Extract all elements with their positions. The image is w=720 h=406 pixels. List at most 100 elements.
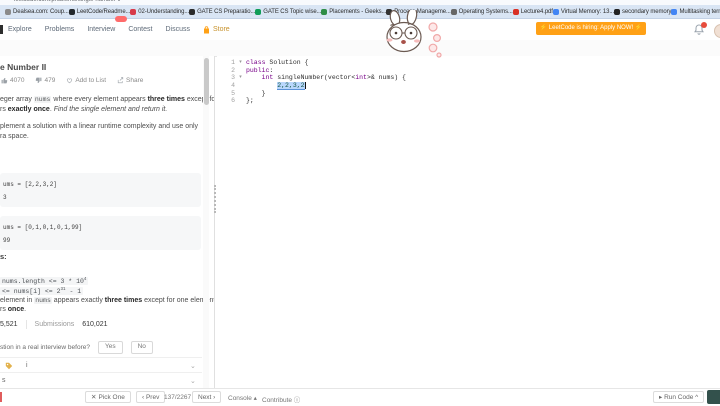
panel-resize-handle[interactable] bbox=[214, 185, 216, 213]
hiring-banner[interactable]: ⚡ LeetCode is hiring: Apply NOW! ⚡ bbox=[536, 22, 646, 35]
pick-one-label: Pick One bbox=[98, 394, 124, 401]
bookmark-item[interactable]: LeetCode/Readme... bbox=[69, 9, 131, 15]
share-label: Share bbox=[126, 77, 143, 84]
screenshot-root: { "colors": { "accent_orange": "#ffa116"… bbox=[0, 0, 720, 405]
problem-description-panel: e Number II 4070 479 Add to List Sha bbox=[0, 56, 215, 388]
bookmark-label: LeetCode/Readme... bbox=[77, 9, 131, 15]
leetcode-logo[interactable] bbox=[0, 25, 3, 34]
nav-item-problems[interactable]: Problems bbox=[45, 19, 75, 40]
prev-button[interactable]: ‹ Prev bbox=[136, 391, 165, 403]
code-line[interactable]: 3▾ int singleNumber(vector<int>& nums) { bbox=[217, 74, 406, 82]
add-to-list-label: Add to List bbox=[75, 77, 106, 84]
new-badge bbox=[115, 16, 127, 22]
code-line[interactable]: 1▾class Solution { bbox=[217, 59, 406, 67]
nav-item-interview[interactable]: Interview bbox=[87, 19, 115, 40]
bookmark-item[interactable]: secondary memory bbox=[614, 9, 671, 15]
example-2-input: ums = [0,1,0,1,0,1,99] bbox=[3, 221, 201, 234]
nav-item-store[interactable]: Store bbox=[203, 19, 230, 40]
notification-badge bbox=[701, 22, 707, 28]
bookmark-item[interactable]: 02-Understanding... bbox=[130, 9, 189, 15]
bookmark-label: Operating Systems... bbox=[459, 9, 513, 15]
example-2-block: ums = [0,1,0,1,0,1,99] 99 bbox=[0, 216, 201, 250]
code-editor[interactable]: 1▾class Solution {2public:3▾ int singleN… bbox=[217, 56, 720, 388]
like-count: 4070 bbox=[10, 77, 24, 84]
problem-stats-row: 4070 479 Add to List Share bbox=[1, 77, 143, 84]
share-button[interactable]: Share bbox=[117, 77, 143, 84]
tab-toolbar-row: on Solution Discuss (999+) Submissions ‹… bbox=[0, 40, 720, 57]
bookmark-label: secondary memory bbox=[622, 9, 671, 15]
add-to-list-button[interactable]: Add to List bbox=[66, 77, 106, 84]
nav-item-discuss[interactable]: Discuss bbox=[165, 19, 190, 40]
bookmark-favicon bbox=[553, 9, 559, 15]
bookmark-label: Virtual Memory: 13... bbox=[561, 9, 614, 15]
description-paragraph-1: eger array nums where every element appe… bbox=[0, 95, 215, 114]
example-2-output: 99 bbox=[3, 234, 201, 247]
bookmark-label: Multitasking terms... bbox=[679, 9, 720, 15]
bookmark-favicon bbox=[451, 9, 457, 15]
heart-icon bbox=[66, 77, 73, 84]
acceptance-stats: 5,521 Submissions 610,021 bbox=[0, 320, 108, 329]
bookmarks-bar: Dealsea.com: Coup... LeetCode/Readme...02… bbox=[0, 5, 720, 19]
fold-caret-icon[interactable]: ▾ bbox=[235, 74, 246, 82]
submissions-label: Submissions bbox=[35, 321, 75, 328]
bookmark-item[interactable]: Operating Systems... bbox=[451, 9, 513, 15]
nav-interview-label: Interview bbox=[87, 26, 115, 33]
fold-spacer bbox=[235, 82, 246, 90]
console-label: Console bbox=[228, 395, 252, 402]
dislike-count: 479 bbox=[44, 77, 55, 84]
similar-questions-accordion[interactable]: s ⌄ bbox=[0, 372, 202, 388]
accordion-1-label: i bbox=[26, 362, 28, 369]
like-button[interactable]: 4070 bbox=[1, 77, 24, 84]
submit-button[interactable] bbox=[707, 390, 720, 404]
example-1-output: 3 bbox=[3, 191, 201, 204]
text-cursor bbox=[305, 82, 306, 89]
related-topics-accordion[interactable]: i ⌄ bbox=[0, 357, 202, 373]
bookmark-item[interactable]: Lecture4.pdf bbox=[513, 9, 553, 15]
fold-caret-icon[interactable]: ▾ bbox=[235, 59, 246, 67]
problem-counter: 137/2267 bbox=[164, 394, 191, 401]
thumb-down-icon bbox=[35, 77, 42, 84]
yes-button[interactable]: Yes bbox=[98, 341, 123, 354]
bookmark-favicon bbox=[130, 9, 136, 15]
line-number: 3 bbox=[217, 74, 235, 82]
bookmark-item[interactable]: Virtual Memory: 13... bbox=[553, 9, 614, 15]
code-line[interactable]: 2public: bbox=[217, 67, 406, 75]
run-code-button[interactable]: ▸ Run Code ^ bbox=[653, 391, 704, 403]
contribute-link[interactable]: Contribute ⓘ bbox=[262, 394, 300, 404]
url-text: leetcode.com/problems/single-number-ii bbox=[14, 0, 120, 3]
next-button[interactable]: Next › bbox=[192, 391, 221, 403]
accepted-value: 5,521 bbox=[0, 321, 18, 328]
code-line[interactable]: 5 } bbox=[217, 90, 406, 98]
code-line[interactable]: 6}; bbox=[217, 97, 406, 105]
bookmark-favicon bbox=[189, 9, 195, 15]
chevron-down-icon: ⌄ bbox=[190, 377, 196, 385]
nav-item-contest[interactable]: Contest bbox=[128, 19, 152, 40]
panel-scrollbar-track[interactable] bbox=[203, 56, 209, 388]
line-number: 4 bbox=[217, 82, 235, 90]
nav-item-explore[interactable]: Explore bbox=[8, 19, 32, 40]
bookmark-item[interactable]: Multitasking terms... bbox=[671, 9, 720, 15]
panel-scrollbar-thumb[interactable] bbox=[204, 58, 209, 105]
dislike-button[interactable]: 479 bbox=[35, 77, 55, 84]
constraints-heading: s: bbox=[0, 252, 7, 261]
console-toggle[interactable]: Console ▴ bbox=[228, 394, 257, 402]
share-icon bbox=[117, 77, 124, 84]
fold-spacer bbox=[235, 67, 246, 75]
fold-spacer bbox=[235, 97, 246, 105]
code-line[interactable]: 4 2,2,3,2 bbox=[217, 82, 406, 90]
bookmark-favicon bbox=[513, 9, 519, 15]
line-number: 5 bbox=[217, 90, 235, 98]
line-number: 2 bbox=[217, 67, 235, 75]
no-button[interactable]: No bbox=[131, 341, 153, 354]
bookmark-favicon bbox=[255, 9, 261, 15]
chevron-down-icon: ⌄ bbox=[190, 362, 196, 370]
bookmark-item[interactable]: GATE CS Topic wise... bbox=[255, 9, 321, 15]
bookmark-item[interactable]: Dealsea.com: Coup... bbox=[5, 9, 69, 15]
accordion-2-label: s bbox=[2, 377, 6, 384]
bookmark-label: GATE CS Topic wise... bbox=[263, 9, 321, 15]
bookmark-item[interactable]: GATE CS Preparatio... bbox=[189, 9, 255, 15]
description-paragraph-2: plement a solution with a linear runtime… bbox=[0, 122, 198, 141]
interview-question-text: stion in a real interview before? bbox=[0, 344, 90, 351]
pick-one-button[interactable]: ✕ Pick One bbox=[85, 391, 131, 403]
fold-spacer bbox=[235, 90, 246, 98]
